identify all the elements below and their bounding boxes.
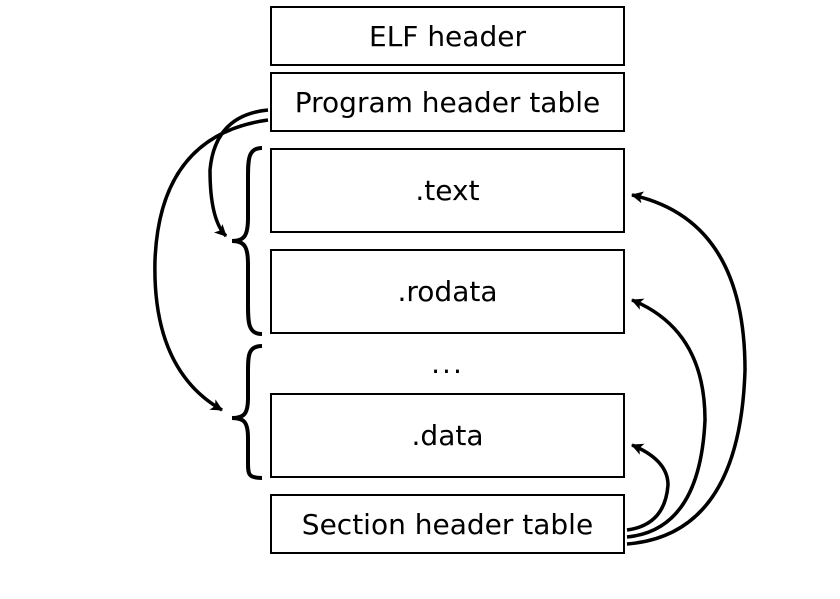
ellipsis-label: ... xyxy=(270,347,625,380)
text-section-label: .text xyxy=(415,174,479,207)
arrow-pht-to-segment2-icon xyxy=(155,120,268,410)
section-header-table-box: Section header table xyxy=(270,494,625,554)
brace-text-rodata-icon xyxy=(232,148,262,334)
elf-header-label: ELF header xyxy=(369,20,526,53)
rodata-section-label: .rodata xyxy=(398,275,498,308)
elf-header-box: ELF header xyxy=(270,6,625,66)
arrow-sht-to-data-icon xyxy=(627,445,668,530)
arrow-sht-to-text-icon xyxy=(627,195,745,544)
elf-layout-diagram: ELF header Program header table .text .r… xyxy=(0,0,840,599)
arrow-sht-to-rodata-icon xyxy=(627,300,705,537)
data-section-box: .data xyxy=(270,393,625,478)
program-header-table-label: Program header table xyxy=(295,86,601,119)
rodata-section-box: .rodata xyxy=(270,249,625,334)
text-section-box: .text xyxy=(270,148,625,233)
section-header-table-label: Section header table xyxy=(302,508,593,541)
brace-dots-data-icon xyxy=(232,346,262,478)
data-section-label: .data xyxy=(412,419,484,452)
arrow-pht-to-segment1-icon xyxy=(210,110,268,236)
program-header-table-box: Program header table xyxy=(270,72,625,132)
